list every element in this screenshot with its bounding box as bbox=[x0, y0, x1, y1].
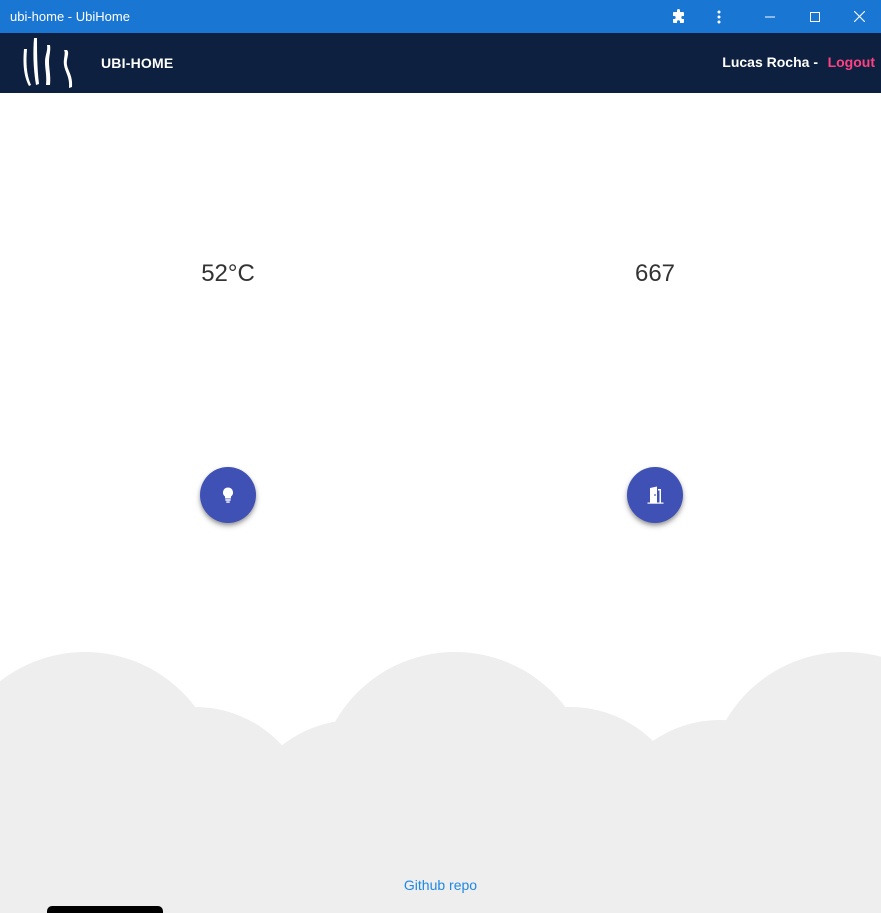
taskbar-fragment bbox=[47, 906, 163, 913]
minimize-icon bbox=[765, 16, 775, 17]
github-repo-link[interactable]: Github repo bbox=[0, 877, 881, 893]
window-title: ubi-home - UbiHome bbox=[10, 9, 130, 24]
close-button[interactable] bbox=[838, 0, 881, 33]
toggle-door-button[interactable] bbox=[627, 467, 683, 523]
window-title-bar: ubi-home - UbiHome bbox=[0, 0, 881, 33]
door-icon bbox=[647, 486, 664, 504]
extensions-button[interactable] bbox=[667, 0, 691, 33]
close-icon bbox=[854, 11, 865, 22]
puzzle-icon bbox=[673, 8, 684, 23]
cloud-footer-decoration bbox=[0, 652, 881, 913]
app-menu-button[interactable] bbox=[709, 0, 729, 33]
temperature-reading: 52°C bbox=[201, 260, 255, 287]
toggle-light-button[interactable] bbox=[200, 467, 256, 523]
kebab-menu-icon bbox=[717, 10, 721, 23]
logout-link[interactable]: Logout bbox=[828, 54, 875, 70]
counter-reading: 667 bbox=[634, 260, 676, 287]
minimize-button[interactable] bbox=[747, 0, 793, 33]
maximize-button[interactable] bbox=[792, 0, 838, 33]
lightbulb-icon bbox=[223, 487, 233, 503]
user-name: Lucas Rocha - bbox=[722, 54, 818, 70]
maximize-icon bbox=[810, 11, 820, 22]
app-brand: UBI-HOME bbox=[101, 55, 174, 71]
ubi-logo[interactable] bbox=[20, 35, 78, 91]
app-bar: UBI-HOME Lucas Rocha - Logout bbox=[0, 33, 881, 93]
